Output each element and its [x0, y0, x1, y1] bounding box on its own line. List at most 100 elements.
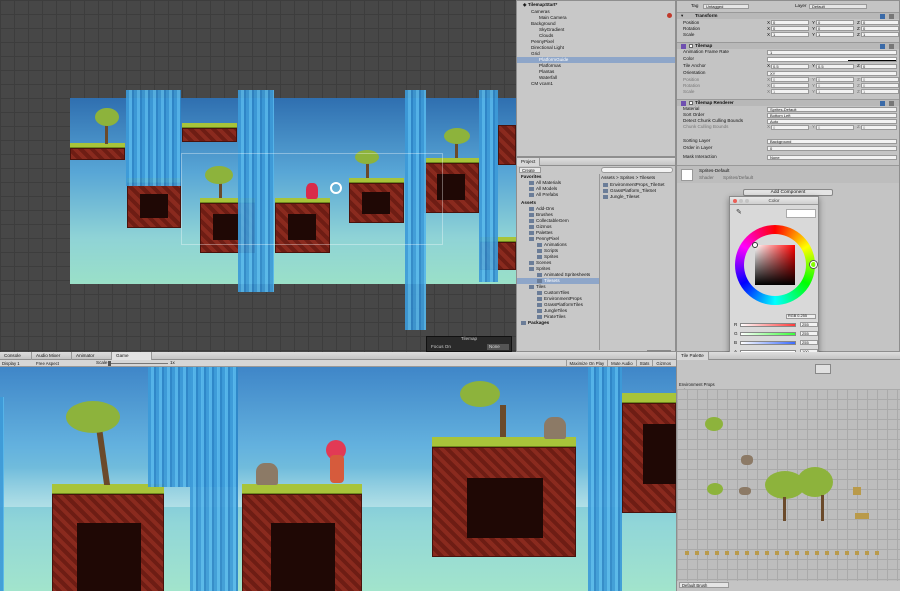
aspect-dropdown[interactable]: Free Aspect — [36, 361, 88, 366]
channel-value-field[interactable]: 255 — [800, 340, 818, 345]
transform-header[interactable]: ▾ Transform — [677, 12, 899, 19]
transform-y-field[interactable]: 0 — [816, 83, 854, 88]
transform-x-field[interactable]: 1 — [771, 32, 809, 37]
scale-slider[interactable] — [108, 361, 168, 366]
gear-icon[interactable] — [889, 44, 894, 49]
transform-title: Transform — [695, 13, 718, 18]
channel-value-field[interactable]: 255 — [800, 331, 818, 336]
tab-project[interactable]: Project — [517, 158, 541, 166]
help-icon[interactable] — [880, 14, 885, 19]
palette-tile-rock[interactable] — [739, 487, 751, 495]
frame-rate-field[interactable]: 1 — [767, 50, 897, 55]
transform-y-field[interactable]: 1 — [816, 32, 854, 37]
renderer-header[interactable]: Tilemap Renderer — [677, 99, 899, 106]
hue-ring[interactable] — [735, 225, 817, 305]
sorting-layer-dropdown[interactable]: Background — [767, 139, 897, 144]
order-in-layer-field[interactable]: 0 — [767, 146, 897, 151]
transform-y-field[interactable]: 0 — [816, 77, 854, 82]
transform-y-field[interactable]: 0 — [816, 26, 854, 31]
transform-z-field[interactable]: 1 — [861, 32, 899, 37]
palette-tile-bush[interactable] — [705, 417, 723, 431]
tab-game[interactable]: Game — [112, 352, 152, 360]
detect-chunk-dropdown[interactable]: Auto — [767, 119, 897, 124]
tag-dropdown[interactable]: Untagged — [703, 4, 749, 9]
tilemap-header[interactable]: Tilemap — [677, 42, 899, 49]
transform-y-field[interactable]: 0 — [816, 20, 854, 25]
toolbar-toggle-0[interactable]: Maximize On Play — [565, 360, 608, 367]
axis-label: X — [767, 32, 771, 37]
mask-interaction-dropdown[interactable]: None — [767, 155, 897, 160]
transform-z-field[interactable]: 0 — [861, 20, 899, 25]
transform-x-field[interactable]: 0 — [771, 83, 809, 88]
channel-slider[interactable] — [740, 332, 796, 336]
scene-tree — [444, 128, 470, 144]
palette-tile-bush[interactable] — [707, 483, 723, 495]
game-viewport[interactable] — [0, 367, 676, 591]
palette-tile-tree[interactable] — [797, 467, 833, 497]
transform-x-field[interactable]: 0 — [771, 20, 809, 25]
brush-dropdown[interactable]: Default Brush — [679, 582, 729, 588]
hierarchy-root[interactable]: ◈ TilemapStart* — [517, 2, 675, 8]
palette-tile-row[interactable] — [685, 551, 885, 555]
tilemap-enabled-checkbox[interactable] — [689, 44, 693, 48]
tilemap-overlay: Tilemap Focus On None — [426, 336, 512, 352]
gear-icon[interactable] — [889, 14, 894, 19]
folder-icon — [537, 278, 542, 283]
help-icon[interactable] — [880, 44, 885, 49]
gear-icon[interactable] — [889, 101, 894, 106]
help-icon[interactable] — [880, 101, 885, 106]
tab-animator[interactable]: Animator — [72, 352, 112, 360]
palette-grid[interactable] — [677, 389, 900, 581]
favorite-item[interactable]: All Prefabs — [517, 192, 599, 198]
create-dropdown[interactable]: Create — [519, 167, 541, 173]
asset-file[interactable]: Jungle_Tileset — [601, 194, 675, 200]
tile-anchor-y[interactable]: 0.5 — [816, 64, 854, 69]
tile-anchor-x[interactable]: 0.5 — [771, 64, 809, 69]
scene-waterfall — [126, 90, 181, 186]
palette-tile-prop[interactable] — [853, 487, 861, 495]
eyedropper-icon[interactable]: ✎ — [736, 209, 742, 216]
transform-x-field[interactable]: 0 — [771, 77, 809, 82]
layer-dropdown[interactable]: Default — [809, 4, 867, 9]
scene-view[interactable]: Tilemap Focus On None — [0, 0, 516, 352]
transform-x-field[interactable]: 0 — [771, 26, 809, 31]
toolbar-toggle-3[interactable]: Gizmos — [652, 360, 674, 367]
hue-handle[interactable] — [810, 261, 817, 268]
folder-item[interactable]: Packages — [517, 320, 599, 326]
active-palette-dropdown[interactable]: Environment Props Palette — [679, 382, 727, 393]
transform-z-field[interactable]: 0 — [861, 77, 899, 82]
transform-z-field[interactable]: 0 — [861, 26, 899, 31]
renderer-enabled-checkbox[interactable] — [689, 101, 693, 105]
sort-order-dropdown[interactable]: Bottom Left — [767, 113, 897, 118]
focus-on-dropdown[interactable]: None — [487, 344, 509, 350]
tab-audio-mixer[interactable]: Audio Mixer — [32, 352, 72, 360]
material-field[interactable]: Sprites-Default — [767, 107, 897, 112]
palette-tile-prop[interactable] — [855, 513, 869, 519]
saturation-value-square[interactable] — [755, 245, 795, 285]
tab-console[interactable]: Console — [0, 352, 32, 360]
scene-platform — [182, 128, 237, 142]
sv-handle[interactable] — [752, 242, 758, 248]
display-dropdown[interactable]: Display 1 — [2, 361, 30, 366]
add-component-button[interactable]: Add Component — [743, 189, 833, 196]
color-field[interactable] — [767, 57, 897, 62]
transform-y-field[interactable]: 1 — [816, 89, 854, 94]
toolbar-toggle-1[interactable]: Mute Audio — [607, 360, 636, 367]
hierarchy-item[interactable]: CM vcam1 — [517, 81, 675, 87]
palette-tile-rock[interactable] — [741, 455, 753, 465]
orientation-dropdown[interactable]: XY — [767, 71, 897, 76]
project-breadcrumb[interactable]: Assets > Sprites > Tilesets — [601, 175, 655, 181]
color-mode-dropdown[interactable]: RGB 0-255 — [786, 314, 816, 319]
transform-z-field[interactable]: 1 — [861, 89, 899, 94]
project-search-input[interactable] — [601, 167, 673, 173]
tile-anchor-z[interactable]: 0 — [861, 64, 897, 69]
channel-slider[interactable] — [740, 341, 796, 345]
palette-tool-button[interactable] — [815, 364, 831, 374]
channel-slider[interactable] — [740, 323, 796, 327]
channel-value-field[interactable]: 255 — [800, 322, 818, 327]
transform-z-field[interactable]: 0 — [861, 83, 899, 88]
toolbar-toggle-2[interactable]: Stats — [635, 360, 653, 367]
tab-tile-palette[interactable]: Tile Palette — [677, 352, 709, 360]
transform-x-field[interactable]: 1 — [771, 89, 809, 94]
shader-value[interactable]: Sprites/Default — [723, 175, 753, 181]
